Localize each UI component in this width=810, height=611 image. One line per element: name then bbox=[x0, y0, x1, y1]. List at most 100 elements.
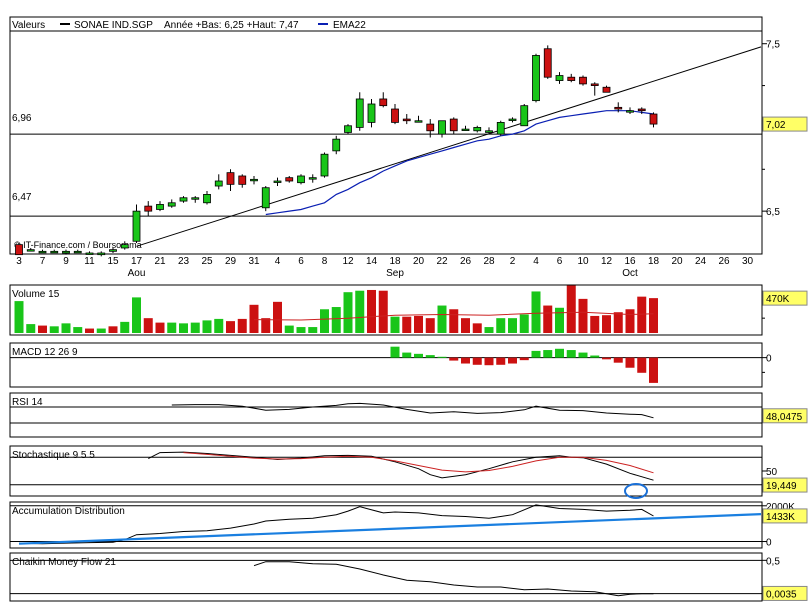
candle bbox=[496, 120, 505, 136]
macd-bar bbox=[496, 357, 506, 365]
stochastic-title: Stochastique 9 5 5 bbox=[12, 450, 95, 461]
macd-bar bbox=[543, 350, 553, 358]
candle-body bbox=[120, 244, 129, 249]
macd-bar bbox=[649, 357, 658, 383]
x-tick-label: 18 bbox=[648, 256, 660, 267]
volume-bar bbox=[308, 327, 318, 333]
candle-body bbox=[238, 175, 247, 185]
price-panel: Valeurs SONAE IND.SGP Année +Bas: 6,25 +… bbox=[9, 16, 808, 257]
macd-title: MACD 12 26 9 bbox=[12, 347, 78, 358]
x-tick-label: 16 bbox=[624, 256, 636, 267]
macd-bar bbox=[613, 357, 623, 363]
rsi-panel: RSI 14 48,0475 bbox=[9, 392, 808, 438]
candle-body bbox=[156, 204, 164, 210]
volume-bar bbox=[484, 327, 494, 333]
volume-bar bbox=[378, 290, 388, 333]
x-tick-label: 20 bbox=[413, 256, 425, 267]
volume-bar bbox=[167, 322, 177, 333]
indicator-panels: Volume 15 470K MACD 12 26 9 0 RSI 14 48,0475 S… bbox=[9, 284, 808, 602]
x-tick-label: 9 bbox=[63, 256, 69, 267]
candle bbox=[520, 103, 529, 127]
volume-bar bbox=[261, 318, 271, 333]
x-tick-label: 21 bbox=[154, 256, 166, 267]
candle-body bbox=[226, 172, 235, 185]
candle-body bbox=[567, 76, 576, 81]
volume-bar bbox=[343, 292, 353, 333]
candle bbox=[344, 124, 352, 135]
candle-body bbox=[402, 118, 411, 122]
candle bbox=[261, 186, 270, 212]
candle-body bbox=[426, 123, 435, 132]
x-tick-label: 26 bbox=[718, 256, 730, 267]
macd-bar bbox=[425, 355, 435, 358]
accumulation-panel: Accumulation Distribution 2000K01433K bbox=[9, 501, 808, 549]
volume-bar bbox=[226, 321, 235, 333]
candle-body bbox=[308, 177, 317, 180]
macd-bar bbox=[602, 357, 611, 360]
candle-body bbox=[485, 130, 493, 133]
candle-body bbox=[438, 120, 446, 135]
legend-symbol: SONAE IND.SGP bbox=[74, 20, 153, 31]
volume-bar bbox=[14, 301, 24, 333]
candle-body bbox=[532, 55, 540, 102]
volume-bar bbox=[73, 327, 83, 333]
macd-bar bbox=[590, 355, 600, 358]
volume-bar bbox=[61, 323, 71, 333]
candle-body bbox=[520, 105, 529, 127]
macd-bar bbox=[402, 352, 412, 358]
stochastic-y-tick-label: 50 bbox=[766, 467, 778, 478]
x-tick-label: 30 bbox=[742, 256, 754, 267]
x-tick-label: 20 bbox=[671, 256, 683, 267]
macd-bar bbox=[566, 350, 576, 358]
volume-bar bbox=[613, 312, 623, 333]
accumulation-title: Accumulation Distribution bbox=[12, 506, 125, 517]
x-tick-label: 10 bbox=[577, 256, 589, 267]
candle-body bbox=[132, 210, 141, 242]
candle-body bbox=[602, 86, 611, 93]
candle-body bbox=[191, 197, 200, 200]
candle bbox=[15, 242, 23, 256]
chaikin-last-value: 0,0035 bbox=[766, 589, 797, 600]
candle-body bbox=[179, 197, 188, 202]
x-month-label: Oct bbox=[622, 268, 638, 279]
macd-bar bbox=[531, 350, 541, 358]
volume-bar bbox=[296, 327, 306, 333]
chaikin-panel: Chaikin Money Flow 210,500,0035 bbox=[9, 552, 808, 602]
macd-bar bbox=[519, 357, 529, 361]
x-tick-label: 15 bbox=[107, 256, 119, 267]
macd-y-tick-label: 0 bbox=[766, 354, 772, 365]
volume-bar bbox=[331, 307, 341, 333]
candle bbox=[297, 174, 305, 185]
candle bbox=[579, 75, 587, 86]
price-panel-frame bbox=[9, 16, 763, 255]
x-month-label: Sep bbox=[386, 268, 404, 279]
accumulation-last-value: 1433K bbox=[766, 512, 795, 523]
x-tick-label: 23 bbox=[178, 256, 190, 267]
candle bbox=[532, 53, 540, 103]
candle-body bbox=[73, 250, 82, 254]
candle-body bbox=[414, 120, 423, 123]
macd-bar bbox=[437, 356, 447, 358]
volume-bar bbox=[214, 318, 224, 333]
macd-bar bbox=[555, 348, 564, 358]
volume-bar bbox=[202, 320, 212, 333]
chaikin-y-tick-label: 0,5 bbox=[766, 556, 780, 567]
x-axis: 3 7 9 11 15 17 21 23 25 29 31 4 6 8 12 14 18 20 22 26 28 2 4 6 1… bbox=[16, 256, 753, 279]
volume-bar bbox=[190, 322, 200, 333]
stochastic-last-value: 19,449 bbox=[766, 481, 797, 492]
rsi-last-value: 48,0475 bbox=[766, 412, 803, 423]
candle-body bbox=[97, 252, 106, 256]
x-tick-label: 3 bbox=[16, 256, 22, 267]
x-tick-label: 4 bbox=[275, 256, 281, 267]
volume-bar bbox=[367, 289, 376, 333]
volume-bar bbox=[578, 298, 588, 333]
volume-bar bbox=[155, 322, 165, 333]
candle-body bbox=[579, 76, 587, 85]
candle bbox=[320, 152, 329, 178]
macd-bar bbox=[472, 357, 482, 365]
macd-bar bbox=[461, 357, 470, 364]
candle-body bbox=[473, 127, 482, 132]
candle-body bbox=[261, 187, 270, 209]
candle-body bbox=[332, 138, 341, 152]
macd-bar bbox=[637, 357, 647, 373]
